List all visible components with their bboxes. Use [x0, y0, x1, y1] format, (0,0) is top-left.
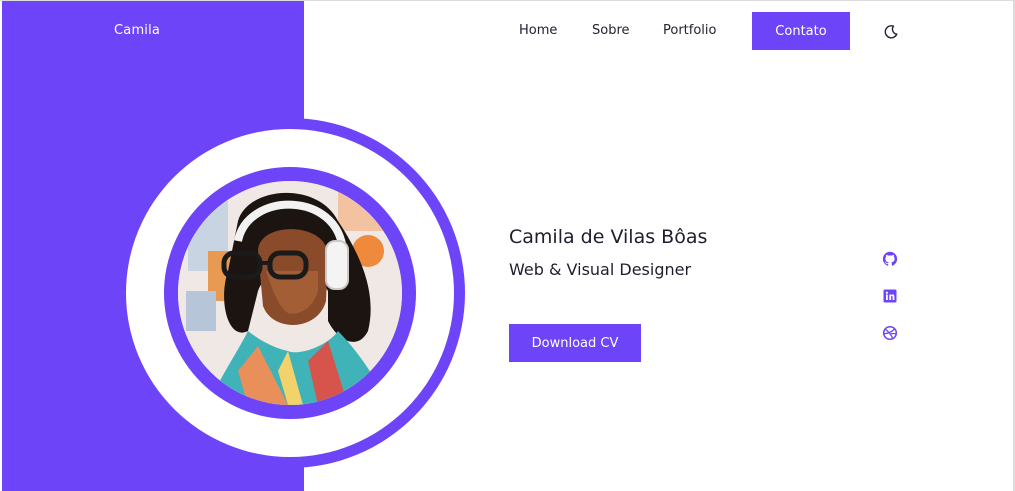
nav-sobre-link[interactable]: Sobre: [592, 23, 630, 38]
moon-icon[interactable]: [883, 24, 899, 40]
hero-role-subtitle: Web & Visual Designer: [509, 260, 692, 279]
nav-home-link[interactable]: Home: [519, 23, 557, 38]
hero-name-heading: Camila de Vilas Bôas: [509, 226, 708, 248]
linkedin-icon[interactable]: [882, 288, 898, 304]
nav-portfolio-link[interactable]: Portfolio: [663, 23, 716, 38]
nav-contato-button[interactable]: Contato: [752, 12, 850, 50]
dribbble-icon[interactable]: [882, 325, 898, 341]
github-icon[interactable]: [882, 251, 898, 267]
download-cv-button[interactable]: Download CV: [509, 324, 641, 362]
brand-logo[interactable]: Camila: [114, 23, 160, 38]
profile-portrait: [178, 181, 402, 405]
